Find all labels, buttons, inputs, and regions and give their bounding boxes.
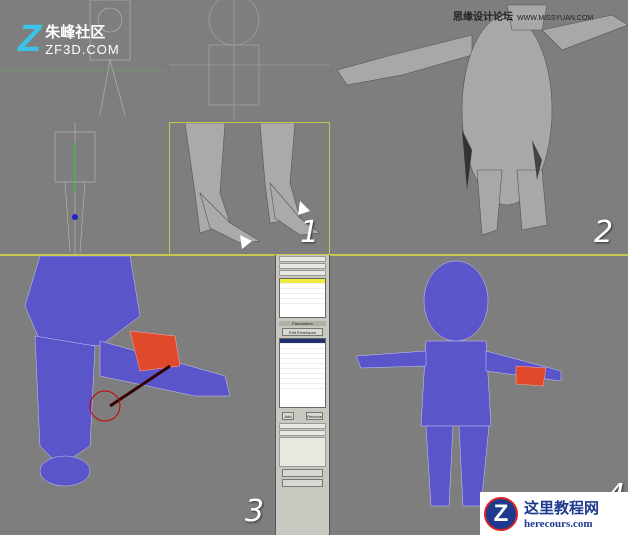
logo-bottom-url: herecours.com xyxy=(524,518,593,530)
edit-envelopes-button[interactable]: Edit Envelopes xyxy=(282,328,323,336)
viewport-front[interactable] xyxy=(169,0,330,120)
squash-field[interactable] xyxy=(279,430,326,436)
modifier-stack[interactable] xyxy=(279,278,326,318)
radial-field[interactable] xyxy=(279,423,326,429)
viewport-skin-leg[interactable]: 3 xyxy=(0,256,275,535)
weight-properties[interactable] xyxy=(279,437,326,467)
step-number-1: 1 xyxy=(300,215,320,250)
toolbar-tabs[interactable] xyxy=(279,256,326,262)
command-panel[interactable]: Parameters Edit Envelopes Add Remove xyxy=(275,255,330,535)
watermark-url: WWW.MISSYUAN.COM xyxy=(517,15,594,22)
z-circle-logo-icon: Z xyxy=(484,496,518,531)
step-number-2: 2 xyxy=(594,215,614,250)
missyuan-watermark: 思缘设计论坛 WWW.MISSYUAN.COM xyxy=(453,8,593,23)
parameters-rollout[interactable]: Parameters xyxy=(279,321,326,326)
add-bone-button[interactable]: Add xyxy=(282,412,295,420)
herecours-logo: Z 这里教程网 herecours.com xyxy=(480,492,628,535)
bone-list[interactable] xyxy=(279,338,326,408)
logo-url: ZF3D.COM xyxy=(45,42,120,57)
viewport-left[interactable] xyxy=(0,122,167,255)
watermark-name: 思缘设计论坛 xyxy=(453,12,513,23)
viewport-character-gray[interactable]: 2 思缘设计论坛 WWW.MISSYUAN.COM xyxy=(332,0,628,255)
remove-bone-button[interactable]: Remove xyxy=(306,412,323,420)
zf3d-logo: Z 朱峰社区 ZF3D.COM xyxy=(18,20,120,58)
step-number-3: 3 xyxy=(245,494,265,529)
object-name-field[interactable] xyxy=(279,263,326,269)
select-excluded-button[interactable] xyxy=(282,479,323,487)
modifier-list[interactable] xyxy=(279,270,326,276)
logo-bottom-name: 这里教程网 xyxy=(524,500,600,517)
z-logo-icon: Z xyxy=(18,18,42,60)
exclude-verts-button[interactable] xyxy=(282,469,323,477)
viewport-perspective-feet[interactable]: 1 xyxy=(169,122,330,255)
logo-name: 朱峰社区 xyxy=(45,24,106,41)
